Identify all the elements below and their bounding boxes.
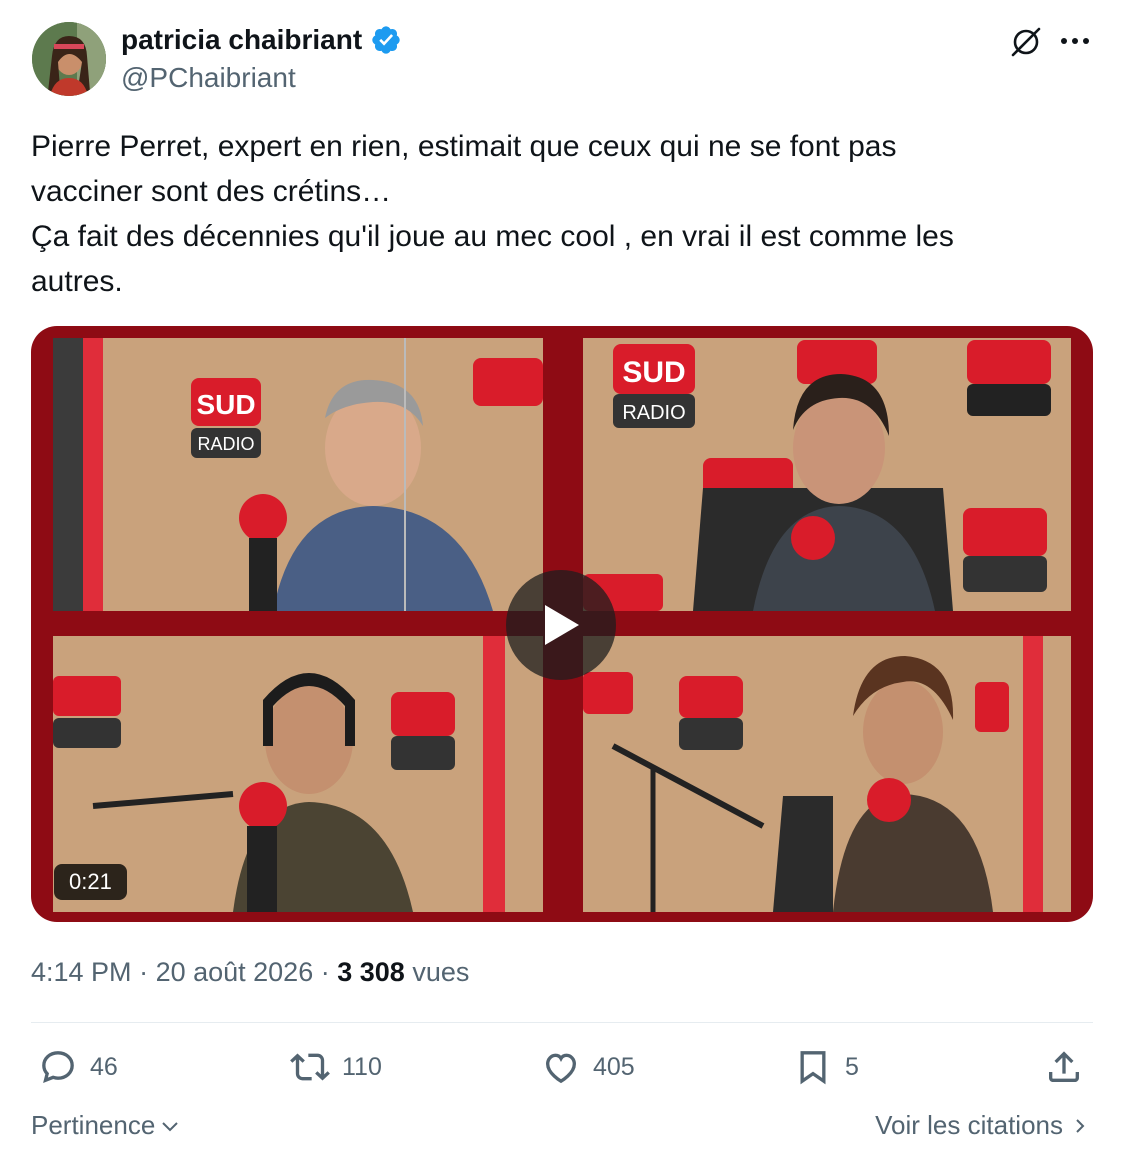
like-button[interactable]: 405 <box>541 1044 635 1090</box>
more-icon[interactable] <box>1059 32 1091 50</box>
sort-label: Pertinence <box>31 1110 156 1140</box>
retweet-icon <box>290 1053 330 1081</box>
bookmark-button[interactable]: 5 <box>793 1044 859 1090</box>
tweet-time[interactable]: 4:14 PM <box>31 957 132 987</box>
tweet-date[interactable]: 20 août 2026 <box>156 957 314 987</box>
share-button[interactable] <box>1044 1044 1084 1090</box>
author-handle[interactable]: @PChaibriant <box>121 62 296 94</box>
bookmark-icon <box>800 1051 826 1085</box>
chevron-right-icon <box>1076 1118 1085 1133</box>
svg-text:SUD: SUD <box>622 356 685 389</box>
views-label: vues <box>412 957 470 987</box>
video-panel-top-right: SUD RADIO <box>583 338 1071 611</box>
reply-count: 46 <box>90 1052 118 1081</box>
meta-separator-1: · <box>131 957 156 987</box>
play-button[interactable] <box>506 570 616 680</box>
video-duration-badge: 0:21 <box>54 864 127 900</box>
sort-dropdown[interactable]: Pertinence <box>31 1110 181 1141</box>
like-icon <box>545 1053 577 1084</box>
like-count: 405 <box>593 1052 635 1081</box>
tweet-text: Pierre Perret, expert en rien, estimait … <box>31 130 954 298</box>
video-panel-top-left: SUD RADIO <box>53 338 543 611</box>
play-icon <box>545 605 579 645</box>
share-icon <box>1049 1051 1079 1082</box>
views-count: 3 308 <box>337 957 405 987</box>
chevron-down-icon <box>162 1121 179 1131</box>
retweet-count: 110 <box>342 1052 382 1081</box>
video-panel-bottom-right <box>583 636 1071 912</box>
grok-icon[interactable] <box>1008 24 1044 60</box>
retweet-button[interactable]: 110 <box>290 1044 382 1090</box>
svg-text:SUD: SUD <box>196 389 255 420</box>
bookmark-count: 5 <box>845 1052 859 1081</box>
verified-badge-icon <box>372 26 400 54</box>
reply-button[interactable]: 46 <box>38 1044 118 1090</box>
meta-separator-2: · <box>313 957 338 987</box>
view-quotes-link[interactable]: Voir les citations <box>875 1110 1089 1141</box>
reply-icon <box>42 1051 74 1084</box>
divider <box>31 1022 1093 1023</box>
svg-text:RADIO: RADIO <box>197 434 254 454</box>
tweet-meta: 4:14 PM · 20 août 2026 · 3 308 vues <box>31 957 469 988</box>
author-display-name[interactable]: patricia chaibriant <box>121 24 362 56</box>
svg-text:RADIO: RADIO <box>622 402 685 424</box>
author-name-row[interactable]: patricia chaibriant <box>121 24 402 56</box>
avatar[interactable] <box>32 22 106 96</box>
view-quotes-label: Voir les citations <box>875 1110 1063 1140</box>
